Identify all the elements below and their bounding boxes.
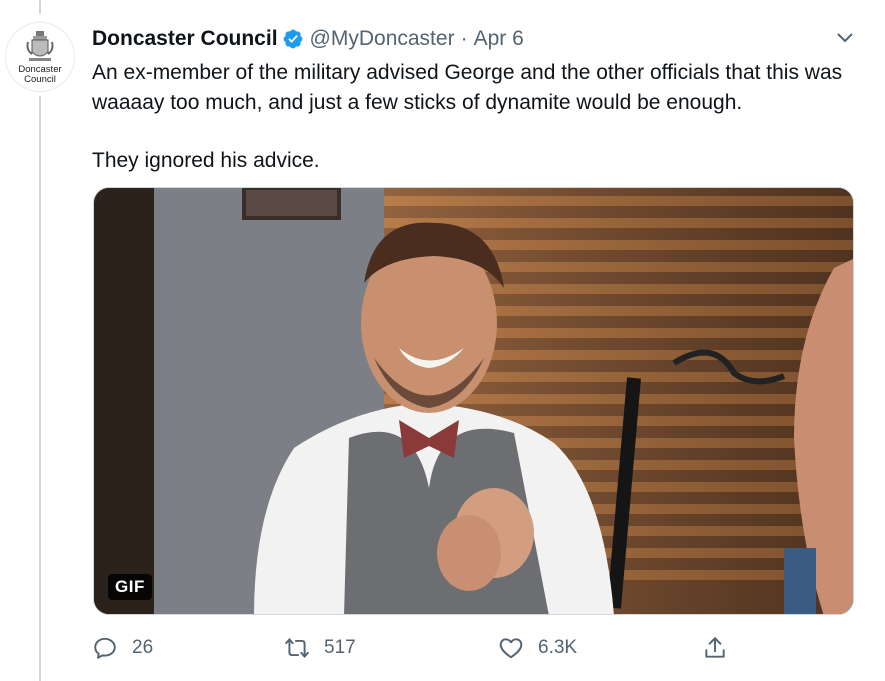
retweet-button[interactable]: 517 [284,630,356,666]
avatar-text-line-1: Doncaster [18,64,62,75]
like-button[interactable]: 6.3K [498,630,577,666]
like-count: 6.3K [538,637,578,658]
tweet-header: Doncaster Council @MyDoncaster · Apr 6 [92,24,524,54]
retweet-icon [285,638,309,658]
more-options-button[interactable] [831,24,859,50]
reply-button[interactable]: 26 [92,630,153,666]
tweet-actions: 26 517 6.3K [92,630,852,666]
author-name[interactable]: Doncaster Council [92,27,278,51]
gif-badge: GIF [108,574,152,600]
tweet-text-paragraph-1: An ex-member of the military advised Geo… [92,61,843,114]
reply-count: 26 [132,637,154,658]
council-crest-icon [26,31,54,61]
tweet-date[interactable]: Apr 6 [474,27,524,51]
avatar-text-line-2: Council [24,74,56,85]
tweet-text-paragraph-2: They ignored his advice. [92,149,320,172]
avatar[interactable]: Doncaster Council [5,22,75,92]
chevron-down-icon [837,33,853,43]
reply-icon [94,637,116,659]
thread-line-top [39,0,41,14]
share-button[interactable] [702,630,742,666]
retweet-count: 517 [324,637,356,658]
gif-frame-image [94,188,853,614]
author-handle[interactable]: @MyDoncaster [310,27,455,51]
like-icon [499,638,523,659]
gif-media[interactable]: GIF [93,187,854,615]
header-separator: · [460,27,468,50]
thread-line-bottom [39,96,41,681]
verified-badge-icon [283,29,302,49]
share-icon [705,637,725,658]
tweet-text: An ex-member of the military advised Geo… [92,58,862,176]
